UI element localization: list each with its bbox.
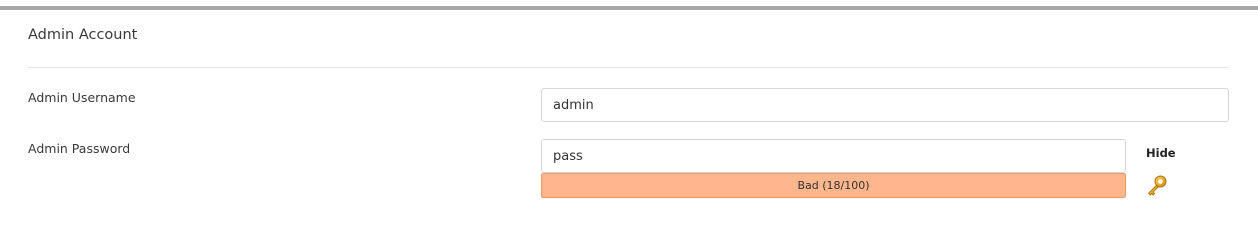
- password-input[interactable]: [541, 139, 1126, 173]
- section-title: Admin Account: [28, 27, 138, 43]
- hide-password-toggle[interactable]: Hide: [1146, 146, 1176, 160]
- username-label: Admin Username: [28, 90, 136, 105]
- key-icon[interactable]: [1145, 173, 1169, 197]
- top-border-bar: [0, 6, 1258, 10]
- password-label: Admin Password: [28, 141, 131, 156]
- password-strength-meter: Bad (18/100): [541, 173, 1126, 198]
- section-divider: [28, 67, 1229, 68]
- username-input[interactable]: [541, 88, 1229, 122]
- password-strength-label: Bad (18/100): [797, 179, 870, 192]
